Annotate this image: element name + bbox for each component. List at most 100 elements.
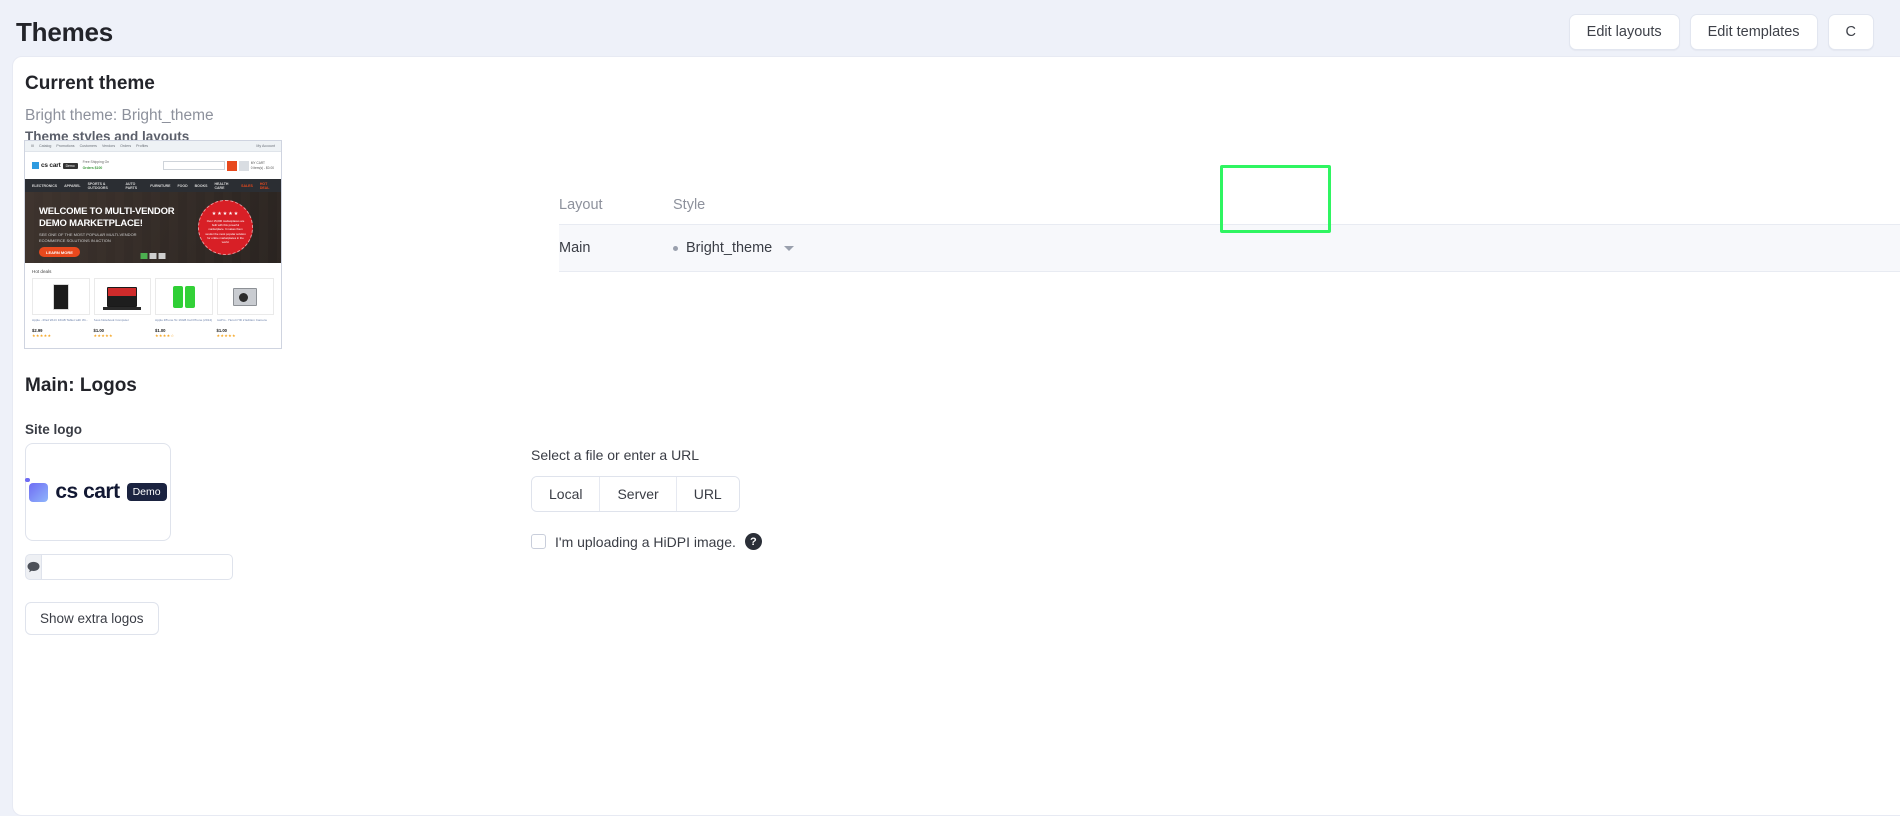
preview-search-icon xyxy=(226,160,237,171)
preview-deals-grid: Apple - iPad Wi-Fi 16GB Tablet with Wi..… xyxy=(32,278,274,338)
cs-cart-logo: cs cart Demo xyxy=(25,477,167,504)
preview-hero-dot-3 xyxy=(158,253,166,259)
site-logo-preview[interactable]: cs cart Demo xyxy=(25,443,171,541)
preview-search-area: MY CART 0 item(s) - $0.00 xyxy=(162,160,274,171)
preview-cart-line2: 0 item(s) - $0.00 xyxy=(250,165,274,170)
preview-nav-health-care: HEALTH CARE xyxy=(214,181,229,190)
preview-admin-topbar: III Catalog Promotions Customers Vendors… xyxy=(25,141,281,152)
preview-slogan: Free Shipping On Orders $100 xyxy=(83,160,110,170)
style-bullet-icon xyxy=(673,245,678,251)
edit-layouts-button[interactable]: Edit layouts xyxy=(1568,14,1680,50)
cell-layout-name: Main xyxy=(559,240,591,256)
preview-search-input xyxy=(162,161,225,170)
preview-nav-hot-deal: HOT DEAL xyxy=(259,181,270,190)
preview-nav-auto-parts: AUTO PARTS xyxy=(125,181,138,190)
theme-preview-thumbnail[interactable]: III Catalog Promotions Customers Vendors… xyxy=(24,140,282,349)
site-logo-label: Site logo xyxy=(25,422,82,437)
preview-hero-subtitle: SEE ONE OF THE MOST POPULAR MULTI-VENDOR… xyxy=(39,232,137,243)
current-theme-section: Current theme Bright theme: Bright_theme… xyxy=(13,57,1900,635)
logo-alt-text-input[interactable] xyxy=(41,554,233,580)
preview-deal-name: Asus Notebook Computer xyxy=(93,318,129,322)
preview-logo-row: cs cart Demo Free Shipping On Orders $10… xyxy=(25,152,281,179)
preview-cart-line1: MY CART xyxy=(250,161,266,166)
hidpi-checkbox[interactable] xyxy=(531,534,546,549)
preview-logo-mark-icon xyxy=(32,162,39,169)
column-header-style: Style xyxy=(673,197,706,213)
preview-hero-banner: WELCOME TO MULTI-VENDOR DEMO MARKETPLACE… xyxy=(25,192,281,263)
cell-style-name: Bright_theme xyxy=(686,240,773,256)
preview-nav-books: BOOKS xyxy=(194,183,208,188)
show-extra-logos-button[interactable]: Show extra logos xyxy=(25,602,159,635)
help-icon[interactable]: ? xyxy=(744,533,762,550)
file-source-tabs: Local Server URL xyxy=(531,476,740,512)
preview-topbar-account: My Account xyxy=(256,144,275,148)
logos-section-heading: Main: Logos xyxy=(25,375,137,396)
preview-hero-title: WELCOME TO MULTI-VENDOR DEMO MARKETPLACE… xyxy=(39,206,175,229)
preview-nav-electronics: ELECTRONICS xyxy=(32,183,58,188)
clipped-button[interactable]: C xyxy=(1827,14,1874,50)
preview-nav-furniture: FURNITURE xyxy=(150,183,171,188)
preview-hero-seal-badge: ★★★★★ Over 15,000 marketplaces are built… xyxy=(198,200,253,255)
preview-hero-cta-button: LEARN MORE xyxy=(39,247,80,257)
preview-topbar-icon: III xyxy=(31,144,34,148)
edit-templates-button[interactable]: Edit templates xyxy=(1689,14,1818,50)
preview-hot-deals-heading: Hot deals xyxy=(32,269,52,274)
style-selector[interactable]: Bright_theme xyxy=(673,240,1233,256)
comment-icon xyxy=(25,554,41,580)
phone-icon xyxy=(172,285,195,308)
preview-nav-sales: SALES xyxy=(241,183,253,188)
preview-deal-card: Apple - iPad Wi-Fi 16GB Tablet with Wi..… xyxy=(32,278,90,338)
hidpi-label: I'm uploading a HiDPI image. xyxy=(555,533,736,550)
camera-icon xyxy=(233,287,258,306)
table-row: Main Bright_theme Theme editor Edit layo… xyxy=(559,224,1900,272)
file-source-tab-local[interactable]: Local xyxy=(532,477,601,511)
table-header-row: Layout Style xyxy=(559,197,1900,224)
preview-hero-title-line1: WELCOME TO MULTI-VENDOR xyxy=(39,206,175,217)
preview-deal-image xyxy=(32,278,90,315)
preview-deal-rating: ★★★★★ xyxy=(32,333,52,338)
preview-topbar-menu-orders: Orders xyxy=(120,144,132,148)
preview-logo-badge: Demo xyxy=(62,162,78,169)
preview-deal-rating: ★★★★☆ xyxy=(155,333,175,338)
file-picker-section: Select a file or enter a URL Local Serve… xyxy=(531,447,762,550)
preview-hero-title-line2: DEMO MARKETPLACE! xyxy=(39,217,143,229)
header-actions: Edit layouts Edit templates C xyxy=(1568,14,1874,50)
current-theme-heading: Current theme xyxy=(25,73,155,94)
preview-storefront-logo: cs cart Demo xyxy=(32,162,78,169)
preview-deal-image xyxy=(155,278,213,315)
preview-topbar-menu-catalog: Catalog xyxy=(39,144,52,148)
preview-badge-text: Over 15,000 marketplaces are built with … xyxy=(205,218,246,244)
cs-cart-wordmark: cs cart xyxy=(55,480,120,503)
preview-nav-apparel: APPAREL xyxy=(64,183,81,188)
column-header-layout: Layout xyxy=(559,197,603,213)
preview-deal-card: Apple iPhone 5c 16GB Cell Phone (2014) $… xyxy=(155,278,213,338)
preview-logo-word: cs cart xyxy=(41,162,61,169)
preview-topbar-left: III xyxy=(31,144,34,148)
chevron-down-icon[interactable] xyxy=(784,245,795,251)
preview-deal-image xyxy=(93,278,151,315)
preview-main-nav: ELECTRONICS APPAREL SPORTS & OUTDOORS AU… xyxy=(25,179,281,192)
preview-topbar-menu-promotions: Promotions xyxy=(56,144,75,148)
laptop-icon xyxy=(103,286,142,310)
preview-deal-name: Apple - iPad Wi-Fi 16GB Tablet with Wi..… xyxy=(32,318,89,322)
preview-slogan-line1: Free Shipping On xyxy=(82,160,110,165)
file-source-tab-url[interactable]: URL xyxy=(676,477,739,511)
tablet-icon xyxy=(52,283,69,310)
preview-cart-icon xyxy=(238,160,249,171)
preview-deal-name: GoPro - Hero4 HD 2 Edition Camera xyxy=(216,318,267,322)
preview-hero-dot-1 xyxy=(140,253,148,259)
file-source-tab-server[interactable]: Server xyxy=(600,477,677,511)
preview-deal-rating: ★★★★★ xyxy=(93,333,113,338)
page-header: Themes Edit layouts Edit templates C xyxy=(0,0,1900,64)
preview-deal-name: Apple iPhone 5c 16GB Cell Phone (2014) xyxy=(155,318,213,322)
preview-nav-food: FOOD xyxy=(177,183,188,188)
layout-style-table: Layout Style Main Bright_theme Theme edi… xyxy=(559,197,1900,272)
preview-nav-sports: SPORTS & OUTDOORS xyxy=(87,181,108,190)
preview-deal-image xyxy=(216,278,274,315)
preview-topbar-menu-profiles: Profiles xyxy=(136,144,149,148)
cs-cart-mark-icon xyxy=(25,477,49,502)
main-card: Current theme Bright theme: Bright_theme… xyxy=(12,56,1900,816)
preview-hero-dot-2 xyxy=(149,253,157,259)
preview-deal-card: Asus Notebook Computer $1.00 ★★★★★ xyxy=(93,278,151,338)
current-theme-subtitle: Bright theme: Bright_theme xyxy=(25,107,214,124)
